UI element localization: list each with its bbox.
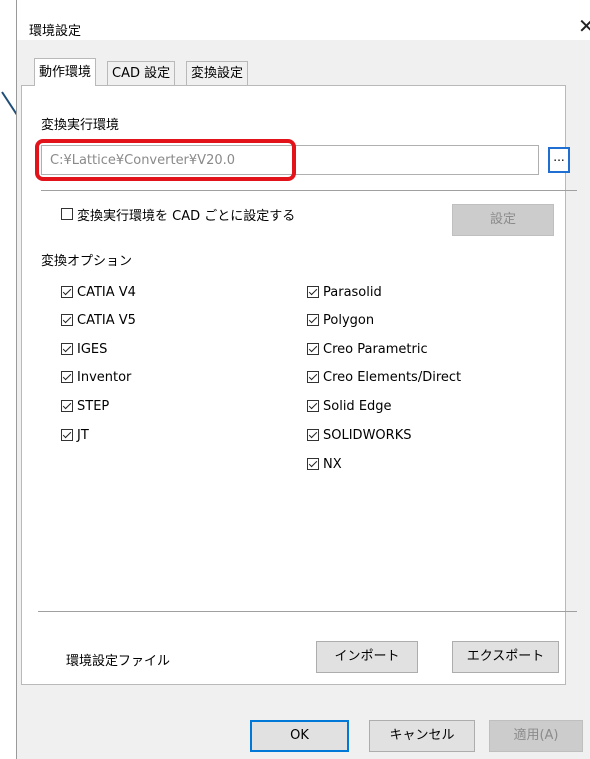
option-label: Inventor: [77, 369, 132, 385]
option-label: CATIA V5: [77, 312, 136, 328]
option-catia-v5[interactable]: CATIA V5: [61, 311, 136, 329]
section-divider: [41, 190, 577, 191]
browse-button[interactable]: ...: [548, 147, 570, 173]
option-solidworks[interactable]: SOLIDWORKS: [307, 426, 411, 444]
option-label: SOLIDWORKS: [323, 427, 412, 443]
options-heading: 変換オプション: [41, 254, 133, 269]
checkbox[interactable]: [61, 286, 73, 298]
option-polygon[interactable]: Polygon: [307, 311, 374, 329]
per-cad-checkbox[interactable]: [61, 208, 73, 220]
bottom-divider: [38, 611, 577, 612]
exec-env-heading: 変換実行環境: [41, 118, 120, 133]
option-label: IGES: [77, 341, 108, 357]
checkbox[interactable]: [307, 429, 319, 441]
option-iges[interactable]: IGES: [61, 340, 107, 358]
checkbox[interactable]: [307, 400, 319, 412]
tab-cad-settings[interactable]: CAD 設定: [107, 61, 176, 85]
option-creo-parametric[interactable]: Creo Parametric: [307, 340, 428, 358]
ok-button[interactable]: OK: [250, 720, 349, 752]
option-label: Creo Elements/Direct: [323, 369, 462, 385]
checkbox[interactable]: [307, 286, 319, 298]
env-file-label: 環境設定ファイル: [66, 654, 171, 669]
import-button[interactable]: インポート: [316, 641, 418, 673]
option-label: NX: [323, 456, 342, 472]
exec-env-path-input[interactable]: [41, 145, 539, 175]
tab-operation-env[interactable]: 動作環境: [34, 58, 97, 86]
checkbox[interactable]: [61, 314, 73, 326]
option-label: Solid Edge: [323, 398, 392, 414]
checkbox[interactable]: [307, 371, 319, 383]
apply-button[interactable]: 適用(A): [489, 720, 583, 752]
option-solid-edge[interactable]: Solid Edge: [307, 397, 392, 415]
option-jt[interactable]: JT: [61, 426, 89, 444]
settings-button[interactable]: 設定: [452, 204, 554, 236]
checkbox[interactable]: [307, 343, 319, 355]
export-button[interactable]: エクスポート: [452, 641, 559, 673]
checkbox[interactable]: [61, 400, 73, 412]
per-cad-label: 変換実行環境を CAD ごとに設定する: [77, 208, 296, 224]
option-parasolid[interactable]: Parasolid: [307, 283, 382, 301]
tab-conversion-settings[interactable]: 変換設定: [186, 61, 249, 85]
title-bar: 環境設定 ✕: [17, 0, 590, 40]
checkbox[interactable]: [307, 458, 319, 470]
option-step[interactable]: STEP: [61, 397, 109, 415]
per-cad-checkbox-row[interactable]: 変換実行環境を CAD ごとに設定する: [61, 205, 296, 224]
option-label: Polygon: [323, 312, 375, 328]
option-label: STEP: [77, 398, 110, 414]
option-nx[interactable]: NX: [307, 455, 342, 473]
option-catia-v4[interactable]: CATIA V4: [61, 283, 136, 301]
option-inventor[interactable]: Inventor: [61, 368, 131, 386]
option-label: Creo Parametric: [323, 341, 428, 357]
checkbox[interactable]: [307, 314, 319, 326]
checkbox[interactable]: [61, 371, 73, 383]
option-label: CATIA V4: [77, 284, 136, 300]
option-label: JT: [77, 427, 89, 443]
cancel-button[interactable]: キャンセル: [369, 720, 475, 752]
close-icon[interactable]: ✕: [578, 14, 590, 38]
window-title: 環境設定: [29, 24, 82, 39]
option-label: Parasolid: [323, 284, 382, 300]
checkbox[interactable]: [61, 429, 73, 441]
checkbox[interactable]: [61, 343, 73, 355]
option-creo-elements-direct[interactable]: Creo Elements/Direct: [307, 368, 461, 386]
